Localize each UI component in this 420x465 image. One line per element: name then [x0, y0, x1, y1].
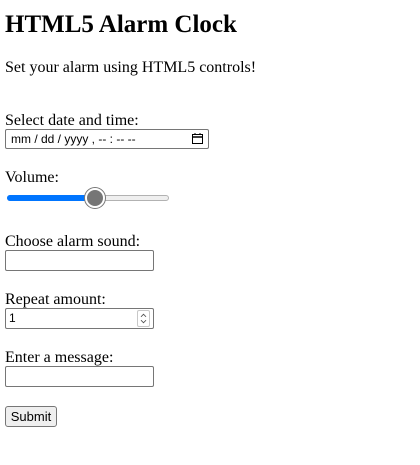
alarm-clock-page: HTML5 Alarm Clock Set your alarm using H…: [0, 0, 420, 465]
repeat-input[interactable]: 1: [5, 308, 154, 329]
volume-slider-fill: [7, 195, 95, 201]
datetime-input[interactable]: mm / dd / yyyy , -- : -- --: [5, 129, 209, 149]
volume-label: Volume:: [5, 169, 59, 186]
sound-input[interactable]: [5, 250, 154, 271]
message-input[interactable]: [5, 366, 154, 387]
sound-label: Choose alarm sound:: [5, 233, 141, 250]
message-label: Enter a message:: [5, 349, 114, 366]
datetime-label: Select date and time:: [5, 112, 139, 129]
intro-text: Set your alarm using HTML5 controls!: [5, 59, 257, 76]
page-title: HTML5 Alarm Clock: [5, 11, 237, 38]
volume-slider-thumb[interactable]: [85, 188, 105, 208]
volume-slider[interactable]: [7, 186, 169, 208]
repeat-label: Repeat amount:: [5, 291, 106, 308]
datetime-placeholder: mm / dd / yyyy , -- : -- --: [11, 132, 136, 146]
submit-button[interactable]: Submit: [5, 406, 57, 427]
repeat-value: 1: [9, 311, 16, 325]
spinner-arrows-icon[interactable]: [137, 310, 150, 327]
calendar-icon[interactable]: [192, 133, 203, 144]
